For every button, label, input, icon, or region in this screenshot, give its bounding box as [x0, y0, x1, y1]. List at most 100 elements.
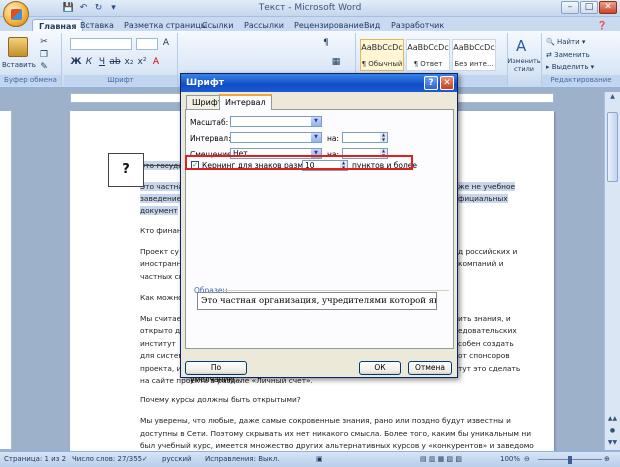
change-styles-button[interactable]: Изменить стили	[506, 57, 542, 73]
italic-icon[interactable]: К	[83, 57, 95, 68]
underline-icon[interactable]: Ч	[96, 57, 108, 68]
office-logo-icon	[11, 9, 22, 20]
format-painter-icon[interactable]: ✎	[38, 62, 50, 73]
status-language[interactable]: русский	[162, 455, 192, 463]
paste-icon[interactable]	[8, 37, 28, 57]
cut-icon[interactable]: ✂	[38, 37, 50, 48]
status-words[interactable]: Число слов: 27/355	[72, 455, 142, 463]
dialog-close-icon[interactable]: ✕	[440, 76, 454, 90]
replace-icon: ⇄	[546, 51, 555, 59]
dialog-title: Шрифт	[181, 74, 457, 92]
spacing-select[interactable]: ▼	[230, 132, 322, 143]
document-line: доступны в Сети. Поэтому скрывать их нет…	[140, 429, 531, 438]
group-clipboard: Вставить ✂ ❐ ✎ Буфер обмена	[0, 33, 62, 86]
document-line: проекта, и	[140, 364, 182, 373]
document-line-tail: едовательских	[458, 326, 517, 335]
find-button[interactable]: 🔍 Найти ▾	[546, 38, 585, 46]
spacing-by-label: на:	[327, 134, 340, 143]
document-line-tail: компаний и	[458, 259, 504, 268]
find-icon: 🔍	[546, 38, 557, 46]
scroll-thumb[interactable]	[607, 112, 618, 182]
view-buttons[interactable]: ▤ ▥ ▦ ▧ ▨	[420, 455, 462, 463]
document-line: документ	[140, 206, 178, 215]
maximize-button[interactable]: □	[580, 1, 598, 14]
group-clipboard-label: Буфер обмена	[0, 75, 61, 86]
status-page[interactable]: Страница: 1 из 2	[4, 455, 66, 463]
document-line-tail: фициальных	[458, 194, 508, 203]
dialog-help-icon[interactable]: ?	[424, 76, 438, 90]
superscript-icon[interactable]: x²	[136, 57, 148, 68]
document-line-tail: тут это сделать	[458, 364, 521, 373]
document-line: заведение	[140, 194, 182, 203]
next-page-icon[interactable]: ▼▼	[607, 438, 618, 448]
sample-divider	[222, 290, 449, 291]
replace-button[interactable]: ⇄ Заменить	[546, 51, 590, 59]
font-size-input[interactable]	[136, 38, 158, 50]
scroll-up-icon[interactable]: ▲	[607, 92, 618, 102]
window-title: Текст - Microsoft Word	[258, 3, 362, 13]
cancel-button[interactable]: Отмена	[408, 361, 452, 375]
ribbon-tabs: Главная Вставка Разметка страницы Ссылки…	[0, 17, 620, 32]
document-line: институт	[140, 339, 176, 348]
document-line: Мы уверены, что любые, даже самые сокров…	[140, 416, 511, 425]
spacing-label: Интервал:	[190, 134, 231, 143]
change-styles-group: A Изменить стили	[506, 33, 542, 86]
borders-icon[interactable]: ▦	[330, 57, 342, 68]
tab-spacing[interactable]: Интервал	[219, 94, 272, 110]
minimize-button[interactable]: –	[561, 1, 579, 14]
scale-select[interactable]: ▼	[230, 116, 322, 127]
show-marks-icon[interactable]: ¶	[320, 38, 332, 49]
font-dialog: Шрифт ? ✕ Шрифт Интервал Масштаб: ▼ Инте…	[180, 73, 458, 384]
status-bar: Страница: 1 из 2 Число слов: 27/355 ✓ ру…	[0, 451, 620, 467]
document-line: Почему курсы должны быть открытыми?	[140, 395, 301, 404]
zoom-slider-thumb[interactable]	[568, 456, 572, 464]
group-editing: 🔍 Найти ▾ ⇄ Заменить ▸ Выделить ▾ Редакт…	[542, 33, 620, 86]
document-line: открыто д	[140, 326, 181, 335]
style-answer[interactable]: AaBbCcDc ¶ Ответ	[406, 39, 450, 71]
change-styles-icon[interactable]: A	[516, 37, 526, 55]
strikethrough-icon[interactable]: ab	[109, 57, 121, 68]
document-line-tail: ить знания, и	[458, 314, 511, 323]
close-button[interactable]: ✕	[599, 1, 617, 14]
document-line-tail: д российских и	[458, 247, 518, 256]
font-color-icon[interactable]: A	[150, 57, 162, 68]
document-line: частных сп	[140, 272, 184, 281]
document-line: иностранн	[140, 259, 182, 268]
copy-icon[interactable]: ❐	[38, 50, 50, 61]
document-line: был учебный курс, имеется множество друг…	[140, 441, 534, 450]
question-callout: ?	[108, 153, 144, 187]
title-bar: 💾 ↶ ↻ ▾ Текст - Microsoft Word – □ ✕	[0, 0, 620, 17]
vertical-ruler[interactable]	[0, 111, 12, 449]
document-line: для систем	[140, 351, 184, 360]
group-font-label: Шрифт	[64, 75, 177, 86]
spacing-by-input[interactable]: ▲ ▼	[342, 132, 388, 143]
spin-icon[interactable]: ▲ ▼	[380, 132, 387, 142]
group-font: A Ж К Ч ab x₂ x² A Шрифт	[64, 33, 178, 86]
document-line-tail: же не учебное	[458, 182, 516, 191]
status-track-changes[interactable]: Исправления: Выкл.	[205, 455, 279, 463]
document-line: Мы считае	[140, 314, 182, 323]
default-button[interactable]: По умолчанию...	[185, 361, 247, 384]
zoom-out-icon[interactable]: ⊖	[524, 455, 530, 463]
browse-object-icon[interactable]: ●	[607, 426, 618, 436]
select-button[interactable]: ▸ Выделить ▾	[546, 63, 594, 71]
document-line: Проект су	[140, 247, 179, 256]
subscript-icon[interactable]: x₂	[123, 57, 135, 68]
prev-page-icon[interactable]: ▲▲	[607, 414, 618, 424]
style-no-spacing[interactable]: AaBbCcDc Без инте...	[452, 39, 496, 71]
status-zoom[interactable]: 100%	[500, 455, 520, 463]
document-line: Кто финан	[140, 226, 182, 235]
bold-icon[interactable]: Ж	[70, 57, 82, 68]
zoom-in-icon[interactable]: ⊕	[604, 455, 610, 463]
paste-button[interactable]: Вставить	[2, 61, 36, 69]
office-button[interactable]	[3, 1, 29, 27]
ok-button[interactable]: ОК	[359, 361, 401, 375]
spellcheck-icon[interactable]: ✓	[142, 455, 148, 463]
style-normal[interactable]: AaBbCcDc ¶ Обычный	[360, 39, 404, 71]
document-line-tail: от спонсоров	[458, 351, 510, 360]
grow-font-icon[interactable]: A	[160, 38, 172, 49]
vertical-scrollbar[interactable]: ▲ ▲▲ ● ▼▼	[604, 92, 620, 450]
font-name-input[interactable]	[70, 38, 132, 50]
macro-record-icon[interactable]: ▣	[316, 455, 323, 463]
chevron-down-icon: ▼	[311, 133, 321, 142]
